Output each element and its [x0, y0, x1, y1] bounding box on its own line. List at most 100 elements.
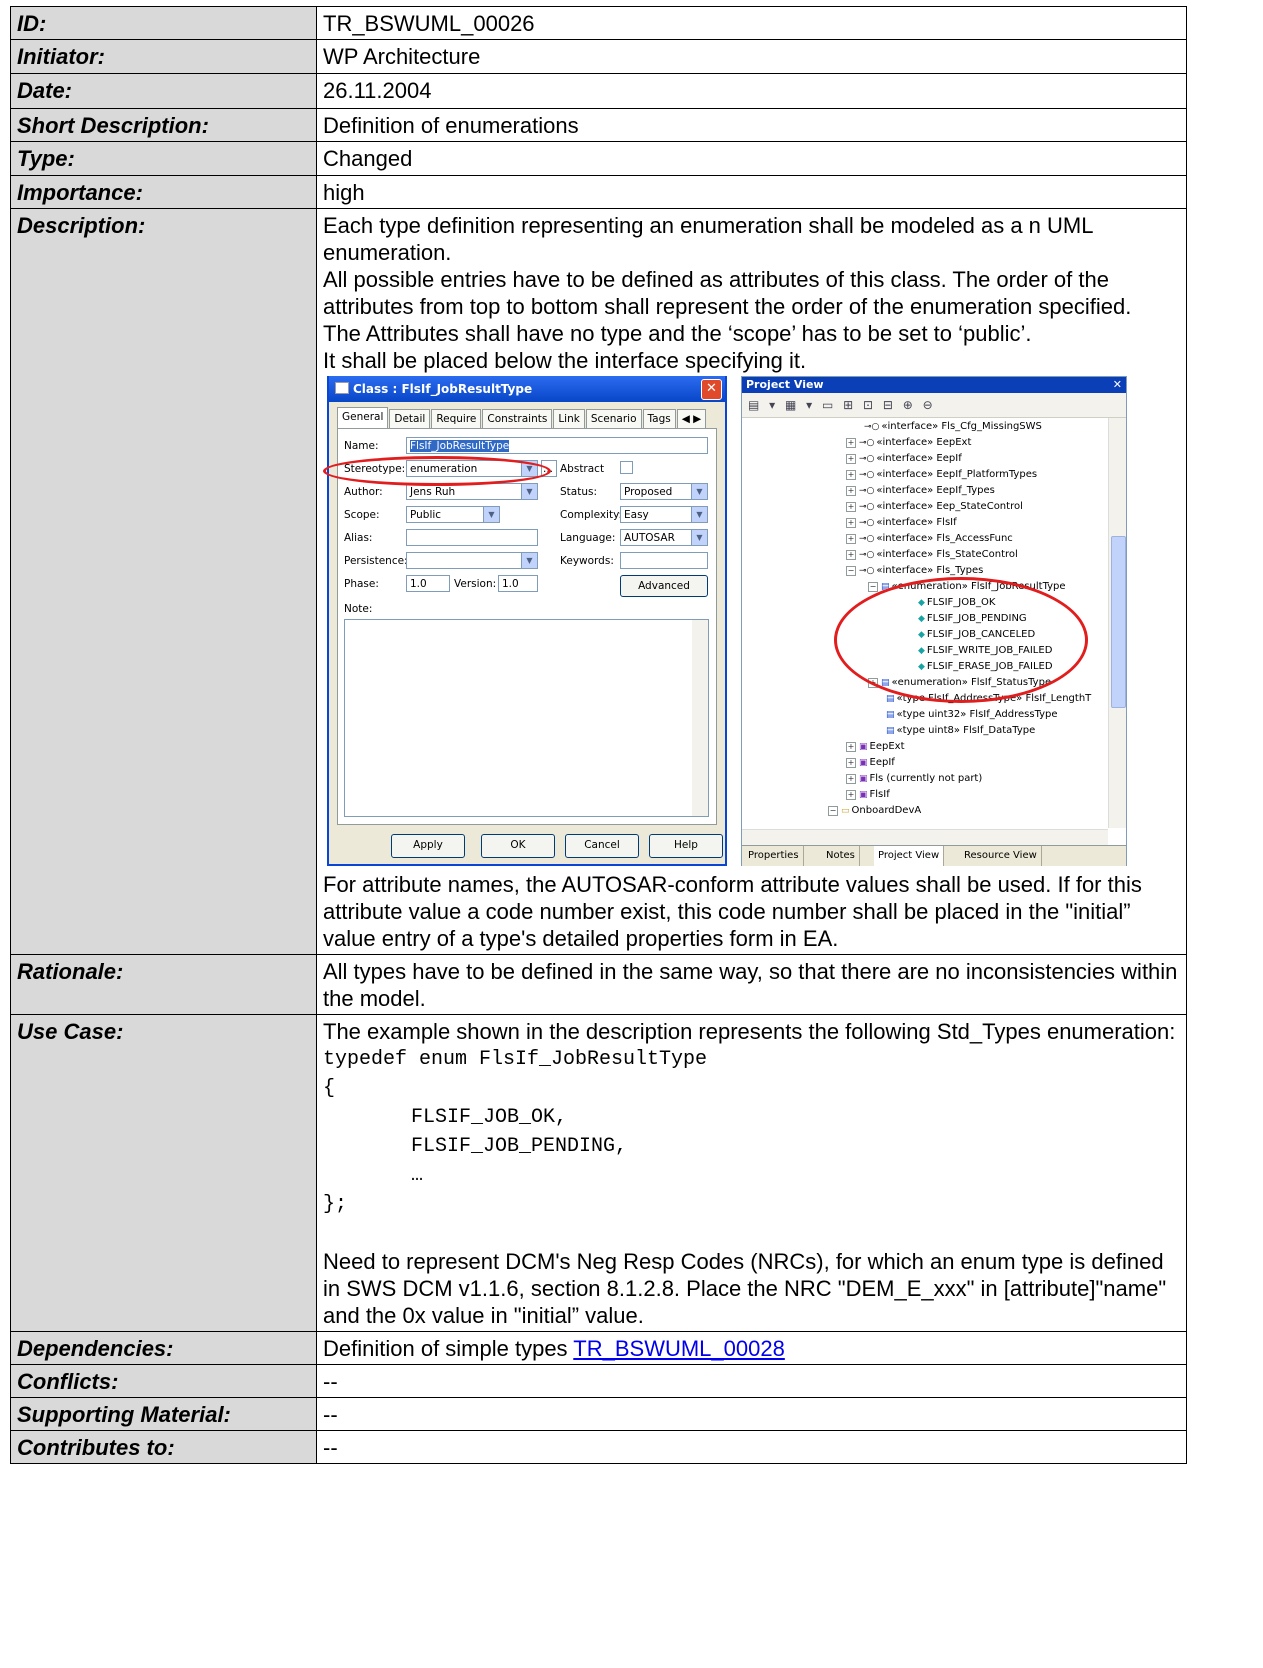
tab-scroll-arrows[interactable]: ◀ ▶	[676, 409, 707, 428]
project-tree-vertical-scrollbar[interactable]	[1108, 418, 1126, 828]
project-view-toolbar[interactable]: ▤ ▾ ▦ ▾ ▭ ⊞ ⊡ ⊟ ⊕ ⊖	[742, 393, 1126, 418]
expand-icon[interactable]: +	[846, 550, 856, 560]
cancel-button[interactable]: Cancel	[565, 834, 639, 858]
tree-node[interactable]: + ⊸○ «interface» FlsIf	[846, 515, 957, 531]
ok-button[interactable]: OK	[481, 834, 555, 858]
tree-node[interactable]: + ⊸○ «interface» EepExt	[846, 435, 971, 451]
requirement-table: ID: TR_BSWUML_00026 Initiator: WP Archit…	[10, 6, 1187, 1464]
component-icon: ▣	[859, 790, 868, 800]
tree-node[interactable]: + ⊸○ «interface» Eep_StateControl	[846, 499, 1023, 515]
tree-node-label: «interface» Fls_Cfg_MissingSWS	[881, 421, 1042, 432]
close-icon[interactable]: ✕	[1113, 377, 1122, 393]
tree-node-label: «interface» Fls_StateControl	[876, 549, 1018, 560]
tree-node[interactable]: + ⊸○ «interface» EepIf_PlatformTypes	[846, 467, 1037, 483]
language-select[interactable]: AUTOSAR ▼	[620, 529, 708, 546]
collapse-icon[interactable]: −	[828, 806, 838, 816]
scope-select[interactable]: Public ▼	[406, 506, 500, 523]
tab-detail[interactable]: Detail	[389, 409, 431, 428]
persistence-select[interactable]: ▼	[406, 552, 538, 569]
date-label: Date:	[10, 73, 317, 109]
note-textarea[interactable]	[344, 619, 709, 817]
author-label: Author:	[344, 486, 383, 498]
tree-node[interactable]: + ▣ FlsIf	[846, 787, 890, 803]
tab-properties[interactable]: Properties	[744, 846, 804, 866]
expand-icon[interactable]: +	[846, 502, 856, 512]
tree-node[interactable]: + ▣ EepExt	[846, 739, 905, 755]
note-scrollbar[interactable]	[692, 620, 708, 816]
version-input[interactable]: 1.0	[498, 575, 538, 592]
chevron-down-icon: ▼	[521, 553, 537, 568]
tree-node[interactable]: ▤ «type uint32» FlsIf_AddressType	[886, 707, 1058, 723]
phase-input[interactable]: 1.0	[406, 575, 450, 592]
project-tree-horizontal-scrollbar[interactable]	[742, 829, 1108, 845]
tab-constraints[interactable]: Constraints	[482, 409, 553, 428]
note-label: Note:	[344, 603, 373, 615]
tab-scenario[interactable]: Scenario	[585, 409, 642, 428]
dependencies-label: Dependencies:	[10, 1331, 317, 1365]
tree-node[interactable]: + ▣ Fls (currently not part)	[846, 771, 982, 787]
tree-node-label: «interface» EepIf_Types	[876, 485, 995, 496]
expand-icon[interactable]: +	[846, 790, 856, 800]
close-icon[interactable]: ✕	[701, 379, 722, 400]
tree-node[interactable]: + ⊸○ «interface» EepIf_Types	[846, 483, 995, 499]
attributes-highlight-ellipse	[834, 577, 1088, 703]
tree-node-label: «interface» EepIf	[876, 453, 962, 464]
collapse-icon[interactable]: −	[868, 582, 878, 592]
tree-node[interactable]: + ⊸○ «interface» EepIf	[846, 451, 962, 467]
class-icon	[335, 382, 349, 394]
class-dialog: Class : FlsIf_JobResultType ✕ General De…	[323, 376, 727, 866]
tree-node[interactable]: ▤ «type uint8» FlsIf_DataType	[886, 723, 1035, 739]
expand-icon[interactable]: +	[846, 534, 856, 544]
abstract-checkbox[interactable]	[620, 461, 633, 474]
interface-icon: ⊸○	[864, 422, 880, 432]
alias-input[interactable]	[406, 529, 538, 546]
dependency-link[interactable]: TR_BSWUML_00028	[573, 1336, 785, 1361]
tab-tags[interactable]: Tags	[642, 409, 676, 428]
tree-node[interactable]: ⊸○ «interface» Fls_Cfg_MissingSWS	[864, 419, 1042, 435]
use-case-intro: The example shown in the description rep…	[323, 1019, 1176, 1044]
keywords-input[interactable]	[620, 552, 708, 569]
expand-icon[interactable]: +	[846, 454, 856, 464]
expand-icon[interactable]: +	[846, 486, 856, 496]
initiator-label: Initiator:	[10, 39, 317, 74]
name-input[interactable]: FlsIf_JobResultType	[406, 437, 708, 454]
tree-node[interactable]: + ⊸○ «interface» Fls_StateControl	[846, 547, 1018, 563]
scroll-thumb[interactable]	[1111, 536, 1126, 708]
tab-require[interactable]: Require	[431, 409, 482, 428]
short-description-label: Short Description:	[10, 108, 317, 142]
expand-icon[interactable]: +	[846, 742, 856, 752]
help-button[interactable]: Help	[649, 834, 723, 858]
status-select[interactable]: Proposed ▼	[620, 483, 708, 500]
tree-node[interactable]: + ⊸○ «interface» Fls_AccessFunc	[846, 531, 1013, 547]
tab-link[interactable]: Link	[553, 409, 585, 428]
expand-icon[interactable]: +	[846, 438, 856, 448]
tab-resource-view[interactable]: Resource View	[960, 846, 1042, 866]
tree-node-label: «interface» FlsIf	[876, 517, 957, 528]
interface-icon: ⊸○	[859, 502, 875, 512]
tab-notes[interactable]: Notes	[822, 846, 860, 866]
expand-icon[interactable]: +	[846, 774, 856, 784]
author-value: Jens Ruh	[410, 486, 456, 498]
complexity-select[interactable]: Easy ▼	[620, 506, 708, 523]
interface-icon: ⊸○	[859, 550, 875, 560]
expand-icon[interactable]: +	[846, 470, 856, 480]
code-line: FLSIF_JOB_OK,	[411, 1106, 568, 1129]
tree-node[interactable]: + ▣ EepIf	[846, 755, 895, 771]
tree-node[interactable]: − ▭ OnboardDevA	[828, 803, 921, 819]
stereotype-highlight-ellipse	[323, 456, 551, 486]
expand-icon[interactable]: +	[846, 758, 856, 768]
conflicts-label: Conflicts:	[10, 1364, 317, 1398]
tab-general[interactable]: General	[337, 407, 389, 428]
tab-project-view[interactable]: Project View	[874, 846, 945, 866]
code-line: typedef enum FlsIf_JobResultType	[323, 1048, 708, 1071]
expand-icon[interactable]: +	[846, 518, 856, 528]
tree-node-label: EepExt	[869, 741, 905, 752]
ea-screenshots: Class : FlsIf_JobResultType ✕ General De…	[323, 376, 1127, 868]
advanced-button[interactable]: Advanced	[620, 575, 708, 597]
apply-button[interactable]: Apply	[391, 834, 465, 858]
contributes-to-label: Contributes to:	[10, 1430, 317, 1464]
collapse-icon[interactable]: −	[846, 566, 856, 576]
tree-node-label: «interface» EepIf_PlatformTypes	[876, 469, 1038, 480]
interface-icon: ⊸○	[859, 438, 875, 448]
interface-icon: ⊸○	[859, 566, 875, 576]
